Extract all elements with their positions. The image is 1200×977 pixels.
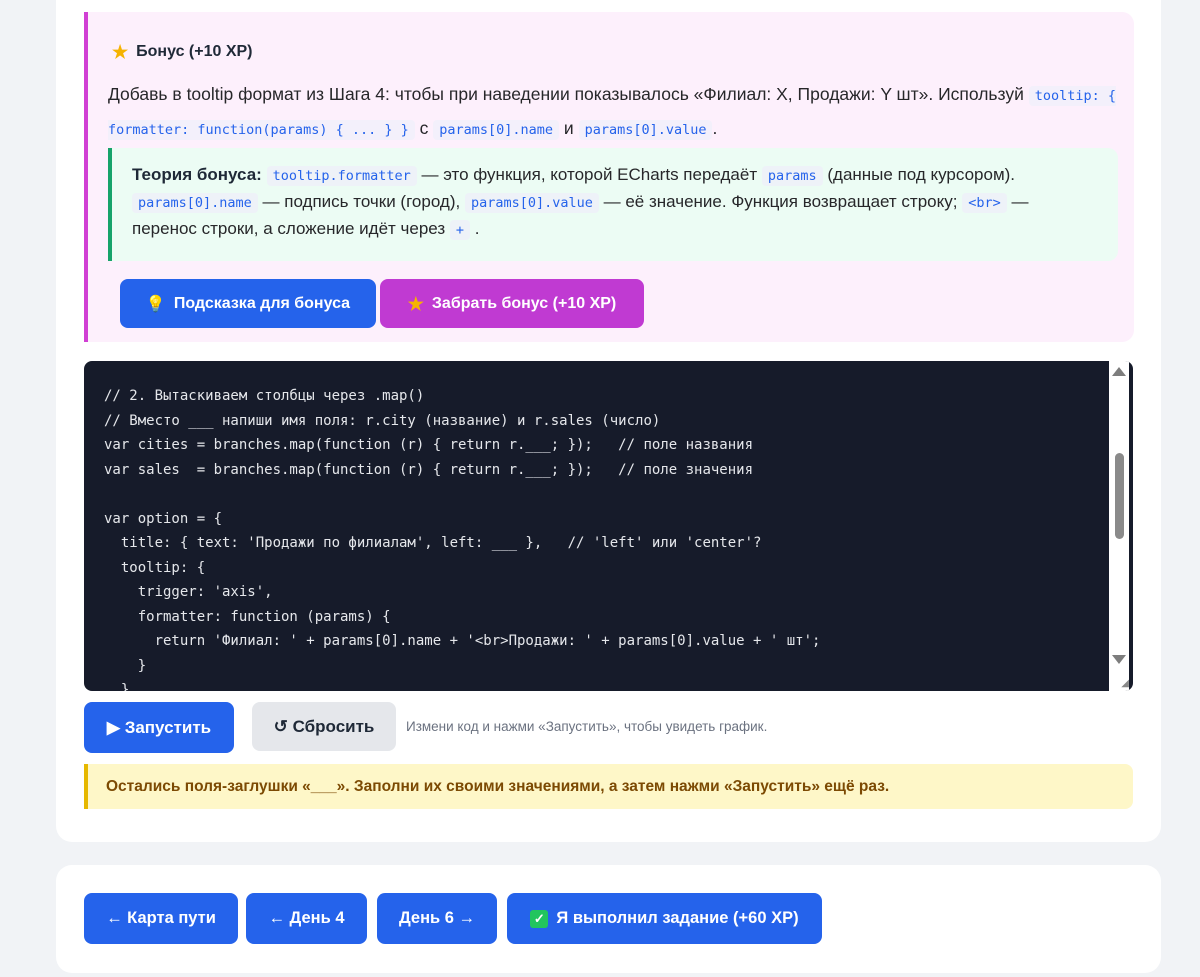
bonus-title: Бонус (+10 XP) bbox=[136, 43, 253, 60]
bonus-hint-label: Подсказка для бонуса bbox=[173, 294, 351, 312]
bonus-text-end: . bbox=[712, 118, 718, 138]
theory-text-4: — её значение. Функция возвращает строку… bbox=[603, 192, 958, 211]
scroll-down-arrow-icon[interactable] bbox=[1112, 655, 1126, 664]
bonus-theory-box: Теория бонуса: tooltip.formatter — это ф… bbox=[108, 148, 1118, 261]
bonus-text-before: Добавь в tooltip формат из Шага 4: чтобы… bbox=[108, 84, 1024, 104]
task-complete-button[interactable]: ✓ Я выполнил задание (+60 XP) bbox=[507, 893, 822, 944]
code-textarea[interactable]: // 2. Вытаскиваем столбцы через .map() /… bbox=[104, 384, 1103, 691]
code-snippet-tooltip-formatter: tooltip.formatter bbox=[266, 166, 417, 186]
code-snippet-params-value: params[0].value bbox=[464, 193, 599, 213]
code-snippet-params: params bbox=[761, 166, 823, 186]
theory-label: Теория бонуса: bbox=[132, 165, 262, 184]
theory-text-2: (данные под курсором). bbox=[827, 165, 1016, 184]
code-snippet-br: <br> bbox=[962, 193, 1007, 213]
theory-text-3: — подпись точки (город), bbox=[262, 192, 461, 211]
next-day-button[interactable]: День 6 → bbox=[377, 893, 497, 944]
code-editor[interactable]: // 2. Вытаскиваем столбцы через .map() /… bbox=[84, 361, 1133, 691]
star-icon: ★ bbox=[112, 42, 129, 62]
reset-button[interactable]: ↺ Сбросить bbox=[252, 702, 396, 751]
claim-bonus-label: Забрать бонус (+10 XP) bbox=[431, 294, 617, 312]
code-snippet-name: params[0].name bbox=[433, 120, 560, 140]
bonus-heading: ★ Бонус (+10 XP) bbox=[112, 43, 253, 61]
code-snippet-value: params[0].value bbox=[578, 120, 713, 140]
star-icon: ★ bbox=[407, 293, 424, 314]
bonus-text-and: и bbox=[563, 118, 574, 138]
roadmap-button[interactable]: ← Карта пути bbox=[84, 893, 238, 944]
prev-day-button[interactable]: ← День 4 bbox=[246, 893, 367, 944]
resize-grip-icon[interactable]: ◢ bbox=[1121, 678, 1129, 689]
bonus-panel: ★ Бонус (+10 XP) Добавь в tooltip формат… bbox=[84, 12, 1134, 342]
theory-text-6: . bbox=[474, 219, 480, 238]
scroll-up-arrow-icon[interactable] bbox=[1112, 367, 1126, 376]
code-snippet-params-name: params[0].name bbox=[132, 193, 258, 213]
bonus-hint-button[interactable]: 💡 Подсказка для бонуса bbox=[120, 279, 376, 328]
task-complete-label: Я выполнил задание (+60 XP) bbox=[556, 909, 799, 927]
editor-scrollbar[interactable] bbox=[1109, 361, 1129, 691]
run-hint-text: Измени код и нажми «Запустить», чтобы ув… bbox=[406, 719, 768, 734]
code-snippet-plus: + bbox=[449, 220, 471, 240]
lightbulb-icon: 💡 bbox=[145, 295, 166, 313]
theory-text-1: — это функция, которой ECharts передаёт bbox=[421, 165, 758, 184]
warning-text: Остались поля-заглушки «___». Заполни их… bbox=[106, 777, 890, 795]
claim-bonus-button[interactable]: ★ Забрать бонус (+10 XP) bbox=[380, 279, 644, 328]
bonus-text-with: с bbox=[419, 118, 429, 138]
run-button[interactable]: ▶ Запустить bbox=[84, 702, 234, 753]
check-icon: ✓ bbox=[530, 909, 549, 928]
bonus-description: Добавь в tooltip формат из Шага 4: чтобы… bbox=[108, 78, 1118, 146]
scrollbar-thumb[interactable] bbox=[1115, 453, 1124, 539]
placeholder-warning: Остались поля-заглушки «___». Заполни их… bbox=[84, 764, 1133, 809]
